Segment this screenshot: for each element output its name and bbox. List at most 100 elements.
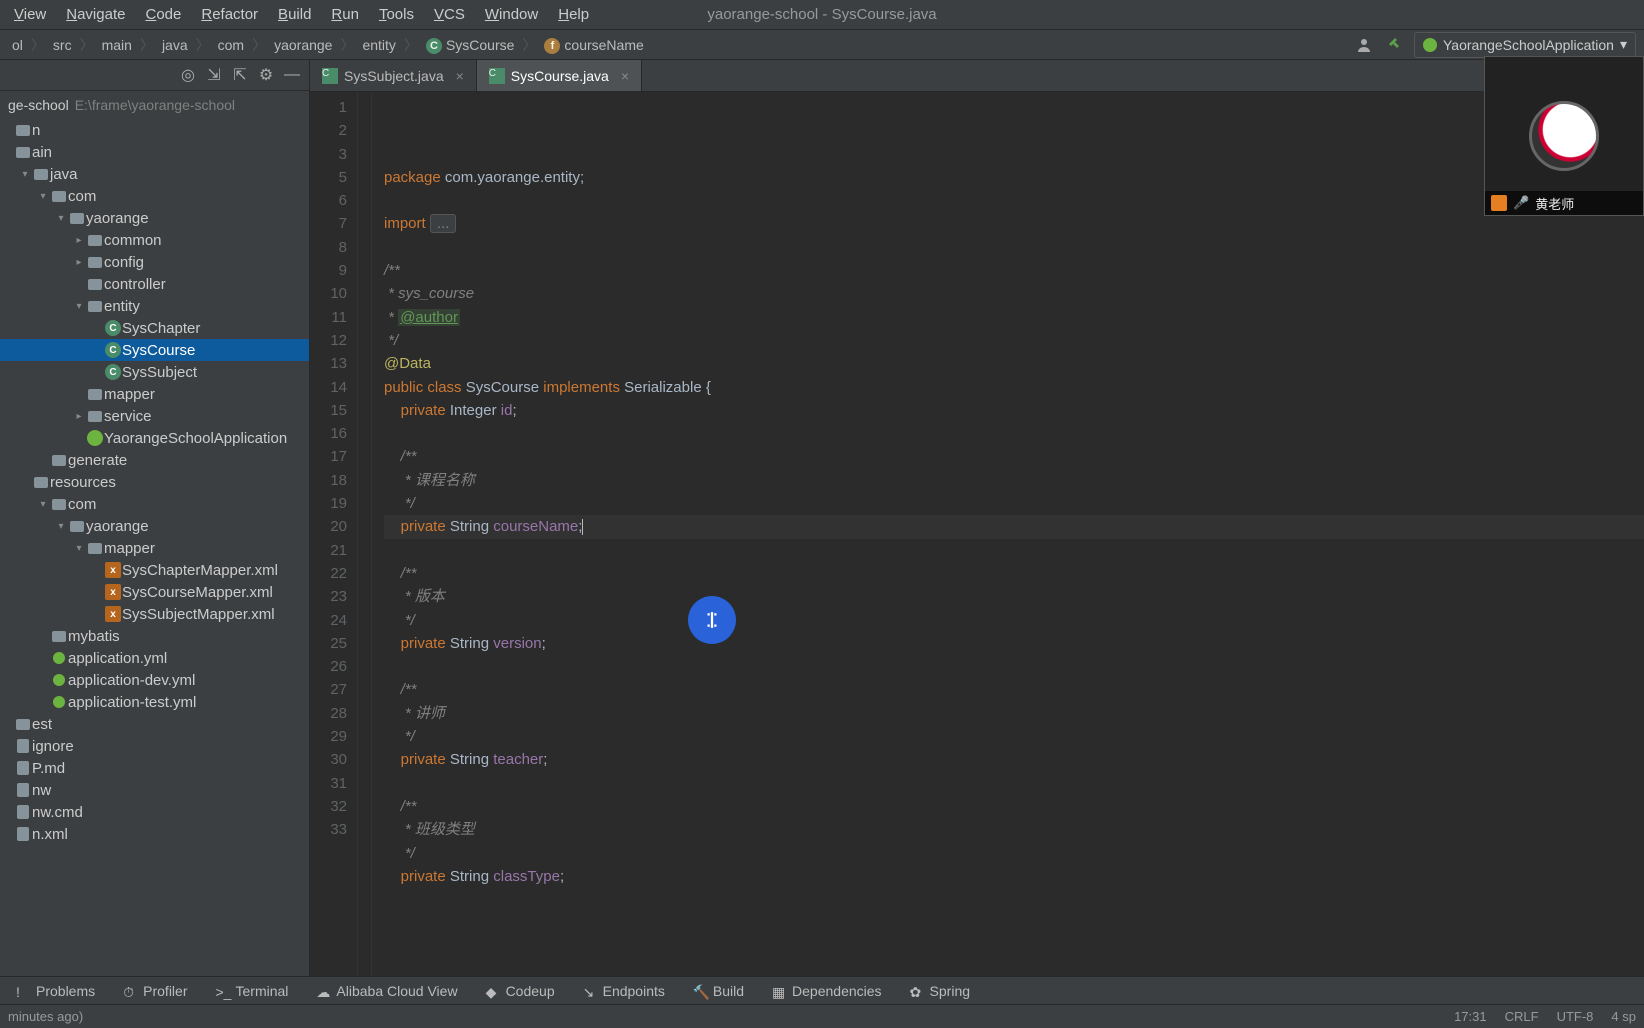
tree-item[interactable]: application-dev.yml [0,669,309,691]
tree-item[interactable]: controller [0,273,309,295]
tree-item[interactable]: C SysCourse [0,339,309,361]
video-call-overlay[interactable]: 🎤 黄老师 [1484,56,1644,216]
code-line[interactable] [384,655,1644,678]
user-icon[interactable] [1354,35,1374,55]
code-line[interactable]: private String classType; [384,865,1644,888]
menu-vcs[interactable]: VCS [424,0,475,29]
tree-item[interactable]: n.xml [0,823,309,845]
tree-item[interactable]: mybatis [0,625,309,647]
tree-item[interactable]: ignore [0,735,309,757]
breadcrumb-segment[interactable]: main [94,30,140,60]
code-line[interactable] [384,422,1644,445]
breadcrumb-segment[interactable]: com [210,30,252,60]
code-line[interactable]: /** [384,678,1644,701]
run-config-dropdown[interactable]: YaorangeSchoolApplication ▾ [1414,32,1636,58]
tool-window-dependencies[interactable]: ▦Dependencies [760,977,894,1004]
tree-item[interactable]: application.yml [0,647,309,669]
code-line[interactable]: private String version; [384,632,1644,655]
minimize-icon[interactable]: — [281,64,303,86]
fold-gutter[interactable] [358,92,372,976]
gear-icon[interactable]: ⚙ [255,64,277,86]
status-cursor-pos[interactable]: 17:31 [1454,1009,1487,1024]
tree-item[interactable]: x SysCourseMapper.xml [0,581,309,603]
breadcrumb[interactable]: ol〉src〉main〉java〉com〉yaorange〉entity〉CSy… [0,30,652,60]
tree-item[interactable]: ▸ config [0,251,309,273]
tree-item[interactable]: ▾ java [0,163,309,185]
tree-item[interactable]: ain [0,141,309,163]
tool-window-alibaba-cloud-view[interactable]: ☁Alibaba Cloud View [304,977,469,1004]
code-line[interactable]: */ [384,609,1644,632]
code-line[interactable]: import ... [384,212,1644,235]
breadcrumb-segment[interactable]: yaorange [266,30,340,60]
menu-view[interactable]: View [4,0,56,29]
close-icon[interactable]: × [621,68,629,84]
tree-item[interactable]: x SysChapterMapper.xml [0,559,309,581]
menu-code[interactable]: Code [135,0,191,29]
code-editor[interactable]: 1235678910111213141516171819202122232425… [310,92,1644,976]
breadcrumb-segment[interactable]: src [45,30,80,60]
code-line[interactable]: */ [384,329,1644,352]
code-line[interactable]: * 讲师 [384,702,1644,725]
code-line[interactable]: package com.yaorange.entity; [384,166,1644,189]
tree-item[interactable]: x SysSubjectMapper.xml [0,603,309,625]
menu-navigate[interactable]: Navigate [56,0,135,29]
code-line[interactable]: /** [384,259,1644,282]
code-line[interactable]: private Integer id; [384,399,1644,422]
tree-item[interactable]: ▸ service [0,405,309,427]
code-line[interactable] [384,189,1644,212]
tree-item[interactable]: mapper [0,383,309,405]
breadcrumb-class[interactable]: CSysCourse [418,30,522,60]
tree-item[interactable]: ▾ yaorange [0,515,309,537]
tool-window-profiler[interactable]: ⏱Profiler [111,977,199,1004]
code-line[interactable] [384,539,1644,562]
menu-window[interactable]: Window [475,0,548,29]
tree-item[interactable]: YaorangeSchoolApplication [0,427,309,449]
status-indent[interactable]: 4 sp [1611,1009,1636,1024]
tool-window-problems[interactable]: !Problems [4,977,107,1004]
build-icon[interactable] [1384,35,1404,55]
code-line[interactable]: public class SysCourse implements Serial… [384,376,1644,399]
tree-item[interactable]: generate [0,449,309,471]
editor-tab[interactable]: CSysSubject.java× [310,60,477,91]
tree-item[interactable]: ▾ mapper [0,537,309,559]
code-line[interactable]: * @author [384,306,1644,329]
code-line[interactable]: * sys_course [384,282,1644,305]
code-line[interactable] [384,772,1644,795]
tool-window-terminal[interactable]: >_Terminal [204,977,301,1004]
code-line[interactable]: * 版本 [384,585,1644,608]
tree-item[interactable]: C SysSubject [0,361,309,383]
tree-item[interactable]: nw [0,779,309,801]
menu-run[interactable]: Run [321,0,369,29]
breadcrumb-segment[interactable]: entity [354,30,403,60]
tree-item[interactable]: ▾ com [0,493,309,515]
tool-window-build[interactable]: 🔨Build [681,977,756,1004]
file-tree[interactable]: n ain▾ java▾ com▾ yaorange▸ common▸ conf… [0,119,309,976]
tool-window-endpoints[interactable]: ↘Endpoints [571,977,677,1004]
menu-help[interactable]: Help [548,0,599,29]
status-eol[interactable]: CRLF [1505,1009,1539,1024]
code-line[interactable] [384,888,1644,911]
locate-icon[interactable]: ◎ [177,64,199,86]
code-line[interactable]: private String teacher; [384,748,1644,771]
menu-build[interactable]: Build [268,0,321,29]
tree-item[interactable]: resources [0,471,309,493]
code-area[interactable]: package com.yaorange.entity; import ... … [372,92,1644,976]
code-line[interactable]: */ [384,492,1644,515]
editor-tab[interactable]: CSysCourse.java× [477,60,642,91]
code-line[interactable]: */ [384,842,1644,865]
tree-item[interactable]: ▸ common [0,229,309,251]
tree-item[interactable]: est [0,713,309,735]
code-line[interactable]: private String courseName; [384,515,1644,538]
code-line[interactable] [384,236,1644,259]
code-line[interactable]: /** [384,562,1644,585]
tree-item[interactable]: P.md [0,757,309,779]
breadcrumb-segment[interactable]: java [154,30,196,60]
breadcrumb-field[interactable]: fcourseName [536,30,651,60]
tree-item[interactable]: application-test.yml [0,691,309,713]
code-line[interactable]: */ [384,725,1644,748]
tree-item[interactable]: ▾ yaorange [0,207,309,229]
tree-item[interactable]: C SysChapter [0,317,309,339]
menu-tools[interactable]: Tools [369,0,424,29]
tree-item[interactable]: nw.cmd [0,801,309,823]
status-encoding[interactable]: UTF-8 [1557,1009,1594,1024]
